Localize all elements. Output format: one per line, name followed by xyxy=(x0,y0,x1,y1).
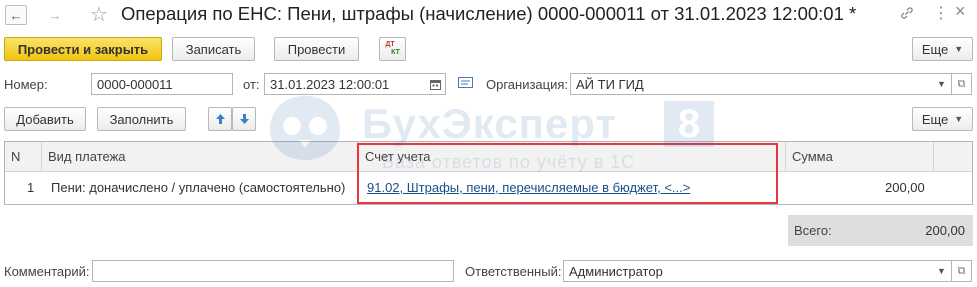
chevron-down-icon: ▼ xyxy=(954,44,964,54)
chevron-down-icon: ▼ xyxy=(937,266,946,276)
arrow-down-icon xyxy=(239,114,249,124)
organization-open-button[interactable]: ⧉ xyxy=(952,73,972,95)
number-field[interactable]: 0000-000011 xyxy=(91,73,233,95)
post-and-close-button[interactable]: Провести и закрыть xyxy=(4,37,162,61)
date-label: от: xyxy=(243,77,260,92)
row-amount[interactable]: 200,00 xyxy=(885,173,925,202)
back-button[interactable]: ← xyxy=(5,5,27,25)
move-up-button[interactable] xyxy=(208,107,232,131)
responsible-open-button[interactable]: ⧉ xyxy=(952,260,972,282)
column-header-n[interactable]: N xyxy=(5,142,42,172)
responsible-dropdown-button[interactable]: ▼ xyxy=(932,260,952,282)
dt-kt-button[interactable]: ДТ КТ xyxy=(379,37,406,61)
total-label: Всего: xyxy=(794,223,832,238)
date-field[interactable]: 31.01.2023 12:00:01 xyxy=(264,73,427,95)
highlight-frame xyxy=(357,143,778,204)
add-row-button[interactable]: Добавить xyxy=(4,107,86,131)
row-number: 1 xyxy=(27,180,35,195)
total-value: 200,00 xyxy=(925,223,965,238)
open-icon: ⧉ xyxy=(957,264,966,277)
organization-dropdown-button[interactable]: ▼ xyxy=(932,73,952,95)
save-button[interactable]: Записать xyxy=(172,37,255,61)
page-title: Операция по ЕНС: Пени, штрафы (начислени… xyxy=(121,3,857,24)
arrow-up-icon xyxy=(215,114,225,124)
dt-icon: ДТ xyxy=(385,41,395,48)
chevron-down-icon: ▼ xyxy=(954,114,964,124)
column-header-amount[interactable]: Сумма xyxy=(786,142,934,172)
forward-button[interactable]: → xyxy=(44,5,66,25)
move-down-button[interactable] xyxy=(232,107,256,131)
org-info-icon xyxy=(458,77,473,93)
more-label: Еще xyxy=(921,41,949,57)
arrow-right-icon: → xyxy=(48,7,62,23)
table-more-button[interactable]: Еще ▼ xyxy=(912,107,973,131)
number-label: Номер: xyxy=(4,77,48,92)
more-menu-button[interactable]: Еще ▼ xyxy=(912,37,973,61)
organization-label: Организация: xyxy=(486,77,569,92)
more-vertical-icon[interactable]: ⋮ xyxy=(933,3,949,23)
comment-field[interactable] xyxy=(92,260,454,282)
calendar-button[interactable] xyxy=(426,73,446,95)
favorite-star-icon[interactable]: ☆ xyxy=(90,2,108,27)
table-more-label: Еще xyxy=(921,111,949,127)
post-button[interactable]: Провести xyxy=(274,37,359,61)
fill-button[interactable]: Заполнить xyxy=(97,107,186,131)
arrow-left-icon: ← xyxy=(9,7,23,23)
column-header-payment-kind[interactable]: Вид платежа xyxy=(42,142,359,172)
responsible-field[interactable]: Администратор xyxy=(563,260,933,282)
close-icon[interactable]: × xyxy=(955,1,966,22)
open-icon: ⧉ xyxy=(957,77,966,90)
chevron-down-icon: ▼ xyxy=(937,79,946,89)
row-payment-kind[interactable]: Пени: доначислено / уплачено (самостояте… xyxy=(51,173,345,202)
link-icon[interactable] xyxy=(900,6,914,23)
organization-field[interactable]: АЙ ТИ ГИД xyxy=(570,73,933,95)
total-box: Всего: 200,00 xyxy=(788,215,973,246)
comment-label: Комментарий: xyxy=(4,264,90,279)
calendar-icon xyxy=(430,79,441,90)
kt-icon: КТ xyxy=(391,49,400,56)
responsible-label: Ответственный: xyxy=(465,264,562,279)
